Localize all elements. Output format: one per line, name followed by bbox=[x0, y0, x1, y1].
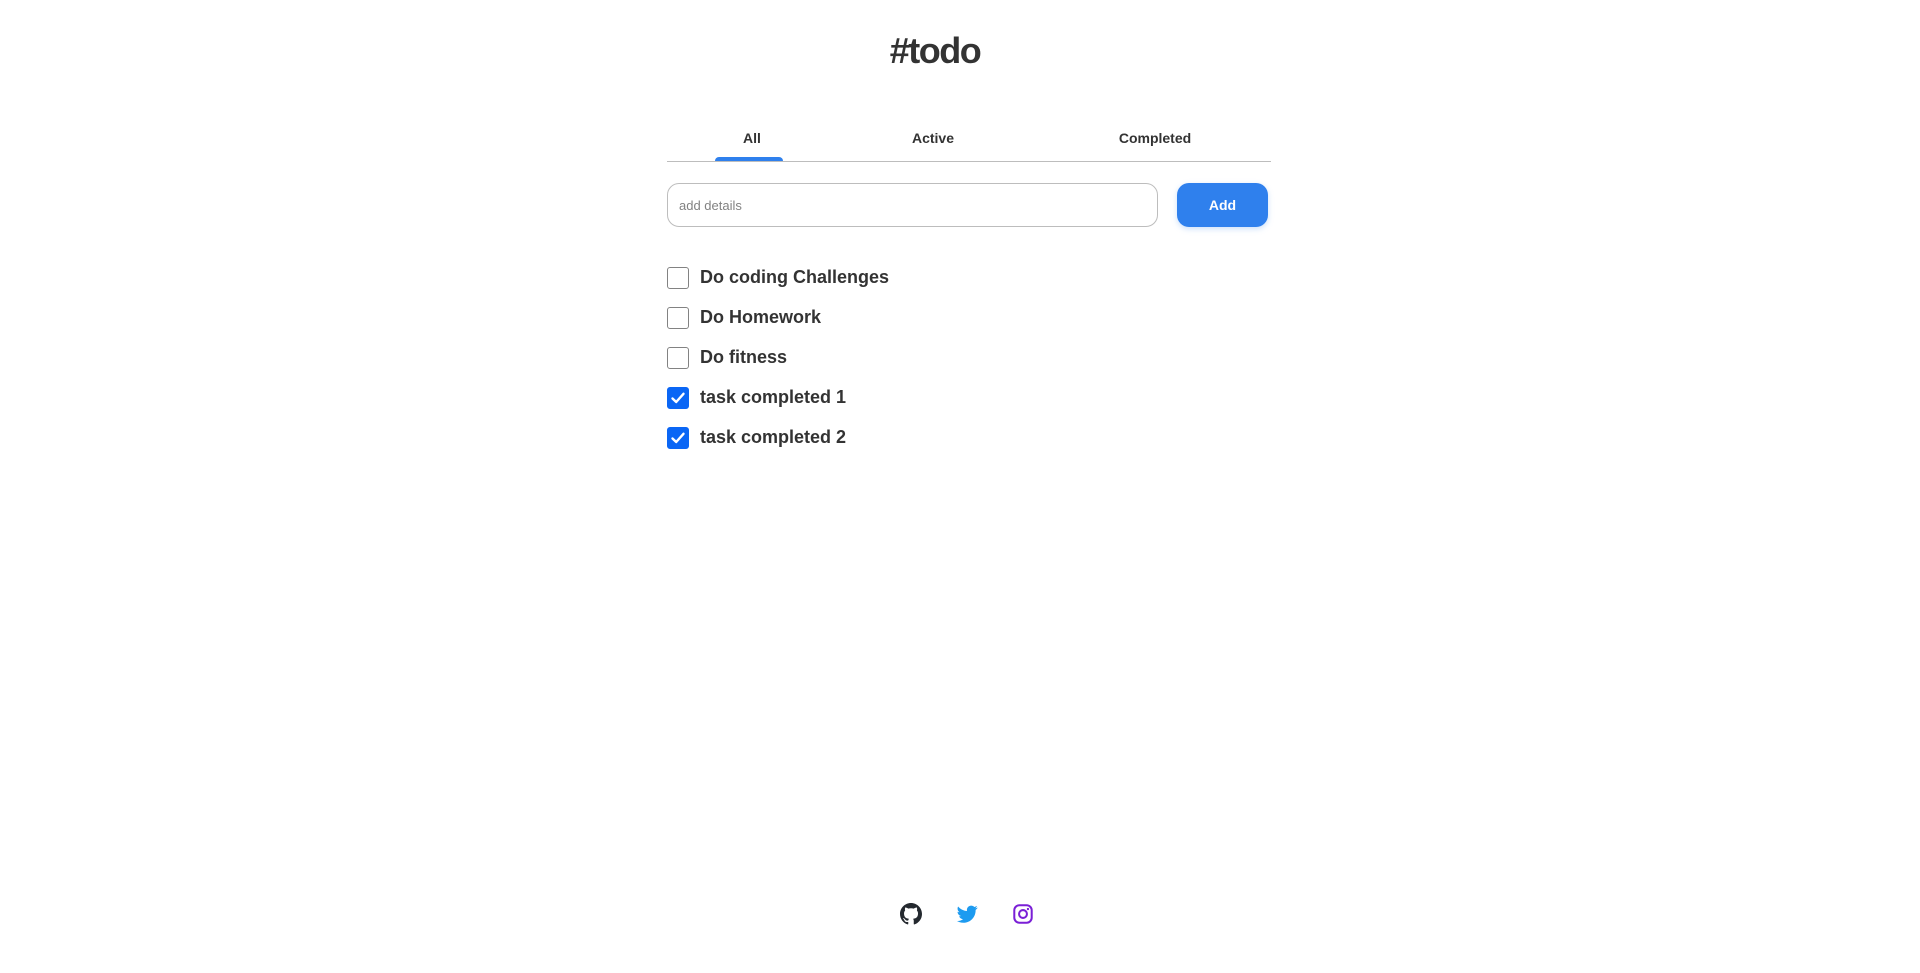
task-item: task completed 1 bbox=[667, 377, 1271, 417]
filter-tabs: All Active Completed bbox=[667, 126, 1271, 162]
task-item: Do coding Challenges bbox=[667, 257, 1271, 297]
checkmark-icon bbox=[671, 392, 685, 404]
task-item: task completed 2 bbox=[667, 417, 1271, 457]
tab-active[interactable]: Active bbox=[893, 126, 973, 160]
app-title: #todo bbox=[889, 30, 982, 71]
task-label: task completed 1 bbox=[700, 387, 847, 407]
task-item: Do fitness bbox=[667, 337, 1271, 377]
task-checkbox[interactable] bbox=[667, 387, 689, 409]
task-checkbox[interactable] bbox=[667, 307, 689, 329]
social-links bbox=[0, 901, 1920, 927]
github-link[interactable] bbox=[898, 901, 924, 927]
task-label: Do coding Challenges bbox=[700, 267, 890, 287]
instagram-icon bbox=[1013, 904, 1033, 924]
tab-completed[interactable]: Completed bbox=[1095, 126, 1215, 160]
github-icon bbox=[900, 903, 922, 925]
twitter-icon bbox=[956, 905, 978, 923]
task-label: task completed 2 bbox=[700, 427, 847, 447]
task-checkbox[interactable] bbox=[667, 347, 689, 369]
task-label: Do fitness bbox=[700, 347, 788, 367]
task-checkbox[interactable] bbox=[667, 267, 689, 289]
task-list: Do coding Challenges Do Homework Do fitn… bbox=[667, 257, 1271, 457]
add-button[interactable]: Add bbox=[1177, 183, 1268, 227]
selected-tab-indicator bbox=[715, 157, 783, 161]
checkmark-icon bbox=[671, 432, 685, 444]
twitter-link[interactable] bbox=[954, 901, 980, 927]
instagram-link[interactable] bbox=[1010, 901, 1036, 927]
task-label: Do Homework bbox=[700, 307, 822, 327]
task-details-input[interactable] bbox=[667, 183, 1158, 227]
tab-all[interactable]: All bbox=[715, 126, 789, 160]
task-checkbox[interactable] bbox=[667, 427, 689, 449]
task-item: Do Homework bbox=[667, 297, 1271, 337]
add-task-form: Add bbox=[667, 183, 1271, 227]
